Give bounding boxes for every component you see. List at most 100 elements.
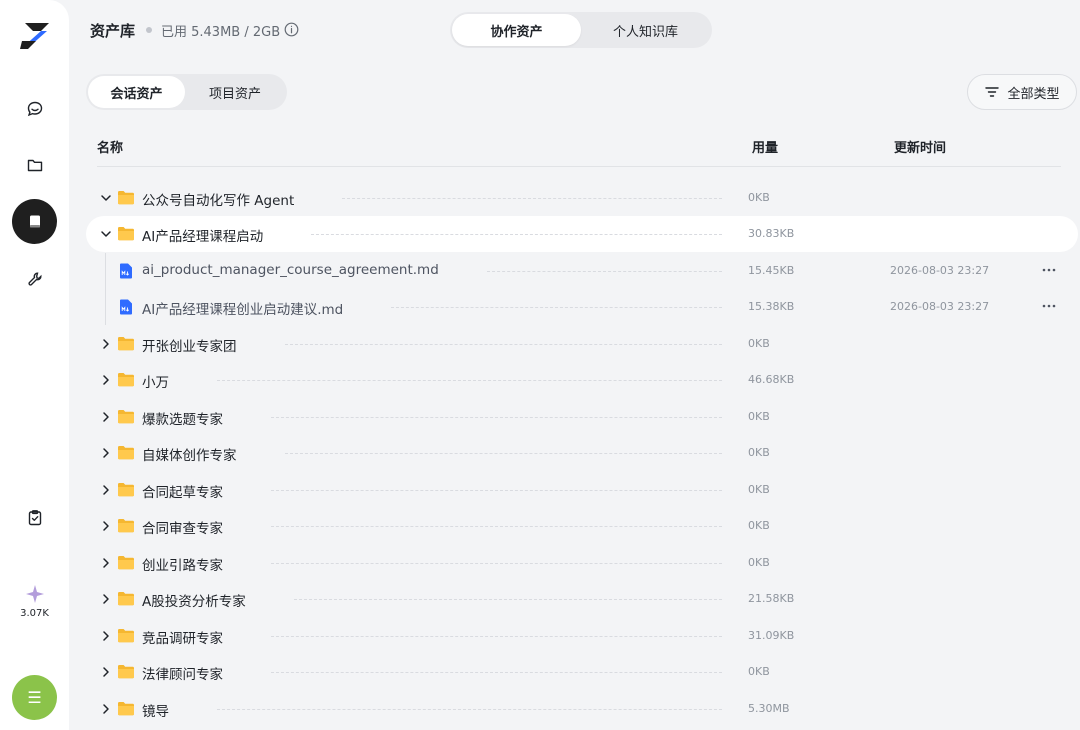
info-icon[interactable] [284, 22, 299, 37]
menu-button[interactable]: ☰ [12, 675, 57, 720]
size-value: 31.09KB [748, 629, 795, 642]
folder-name: 创业引路专家 [142, 558, 223, 574]
column-header-time: 更新时间 [894, 141, 947, 156]
folder-row[interactable]: 小万 46.68KB [86, 362, 1078, 398]
folder-icon [118, 665, 134, 679]
markdown-file-icon [120, 263, 132, 279]
folder-icon [118, 702, 134, 716]
folder-row[interactable]: 自媒体创作专家 0KB [86, 435, 1078, 471]
chevron-right-icon[interactable] [99, 592, 113, 606]
storage-usage: 已用 5.43MB / 2GB [161, 25, 281, 40]
page-title: 资产库 [90, 22, 136, 40]
chevron-down-icon[interactable] [99, 227, 113, 241]
tab-collab-assets[interactable]: 协作资产 [452, 14, 581, 46]
clipboard-check-icon [28, 509, 41, 525]
folder-row[interactable]: 合同起草专家 0KB [86, 472, 1078, 508]
folder-name: 镜导 [142, 704, 169, 720]
folder-icon [118, 483, 134, 497]
chevron-right-icon[interactable] [99, 337, 113, 351]
chevron-right-icon[interactable] [99, 373, 113, 387]
folder-name: 合同起草专家 [142, 485, 223, 501]
folder-row[interactable]: 竞品调研专家 31.09KB [86, 618, 1078, 654]
folder-row[interactable]: 创业引路专家 0KB [86, 545, 1078, 581]
dotted-leader [271, 417, 722, 418]
more-options-icon[interactable] [1040, 261, 1058, 279]
folder-row[interactable]: 爆款选题专家 0KB [86, 399, 1078, 435]
dotted-leader [311, 234, 722, 235]
folder-name: 开张创业专家团 [142, 339, 237, 355]
folder-icon [118, 227, 134, 241]
type-filter-button[interactable]: 全部类型 [967, 74, 1077, 110]
folder-row[interactable]: 镜导 5.30MB [86, 691, 1078, 727]
chevron-right-icon[interactable] [99, 446, 113, 460]
folder-row[interactable]: 公众号自动化写作 Agent 0KB [86, 180, 1078, 216]
size-value: 30.83KB [748, 227, 795, 240]
folder-icon [118, 519, 134, 533]
folder-icon [118, 410, 134, 424]
hamburger-icon: ☰ [27, 688, 42, 707]
folder-icon [118, 629, 134, 643]
file-row[interactable]: AI产品经理课程创业启动建议.md 15.38KB 2026-08-03 23:27 [86, 289, 1078, 325]
file-row[interactable]: ai_product_manager_course_agreement.md 15… [86, 253, 1078, 289]
subtab-project-assets[interactable]: 项目资产 [185, 76, 285, 108]
chevron-right-icon[interactable] [99, 483, 113, 497]
chevron-right-icon[interactable] [99, 556, 113, 570]
size-value: 0KB [748, 337, 770, 350]
size-value: 21.58KB [748, 592, 795, 605]
folder-icon [118, 446, 134, 460]
dotted-leader [217, 709, 722, 710]
dotted-leader [217, 380, 722, 381]
file-name[interactable]: AI产品经理课程创业启动建议.md [142, 298, 343, 318]
dotted-leader [271, 526, 722, 527]
folder-row[interactable]: 合同审查专家 0KB [86, 508, 1078, 544]
book-icon [29, 215, 40, 227]
updated-time: 2026-08-03 23:27 [890, 264, 990, 277]
chevron-right-icon[interactable] [99, 702, 113, 716]
nav-tasks-button[interactable] [12, 495, 57, 540]
size-value: 15.38KB [748, 300, 795, 313]
markdown-file-icon [120, 299, 132, 315]
chevron-right-icon[interactable] [99, 410, 113, 424]
dotted-leader [391, 307, 722, 308]
app-logo-icon[interactable] [19, 21, 50, 51]
filter-icon [985, 87, 1000, 97]
size-value: 0KB [748, 665, 770, 678]
credits-indicator[interactable]: 3.07K [0, 584, 69, 619]
dotted-leader [271, 563, 722, 564]
folder-outline-icon [27, 159, 42, 171]
dotted-leader [271, 490, 722, 491]
folder-row[interactable]: 开张创业专家团 0KB [86, 326, 1078, 362]
library-tabs: 协作资产 个人知识库 [450, 12, 712, 48]
size-value: 0KB [748, 556, 770, 569]
tab-personal-kb[interactable]: 个人知识库 [581, 14, 710, 46]
folder-name: A股投资分析专家 [142, 594, 246, 610]
asset-subtabs: 会话资产 项目资产 [86, 74, 287, 110]
column-header-size: 用量 [752, 141, 779, 156]
chevron-down-icon[interactable] [99, 191, 113, 205]
folder-row[interactable]: A股投资分析专家 21.58KB [86, 581, 1078, 617]
chevron-right-icon[interactable] [99, 665, 113, 679]
credits-count: 3.07K [20, 608, 49, 619]
folder-row[interactable]: 法律顾问专家 0KB [86, 654, 1078, 690]
type-filter-label: 全部类型 [1007, 86, 1060, 102]
nav-tools-button[interactable] [12, 256, 57, 301]
dotted-leader [294, 599, 722, 600]
nav-chat-button[interactable] [12, 86, 57, 131]
folder-icon [118, 191, 134, 205]
more-options-icon[interactable] [1040, 297, 1058, 315]
chevron-right-icon[interactable] [99, 519, 113, 533]
dotted-leader [285, 453, 722, 454]
nav-asset-library-button[interactable] [12, 199, 57, 244]
size-value: 46.68KB [748, 373, 795, 386]
size-value: 5.30MB [748, 702, 790, 715]
folder-row[interactable]: AI产品经理课程启动 30.83KB [86, 216, 1078, 252]
dotted-leader [285, 344, 722, 345]
folder-icon [118, 373, 134, 387]
sidebar: 3.07K ☰ [0, 0, 69, 730]
nav-folder-button[interactable] [12, 142, 57, 187]
dotted-leader [487, 271, 722, 272]
folder-name: 法律顾问专家 [142, 667, 223, 683]
file-name[interactable]: ai_product_manager_course_agreement.md [142, 262, 439, 278]
subtab-session-assets[interactable]: 会话资产 [88, 76, 185, 108]
chevron-right-icon[interactable] [99, 629, 113, 643]
